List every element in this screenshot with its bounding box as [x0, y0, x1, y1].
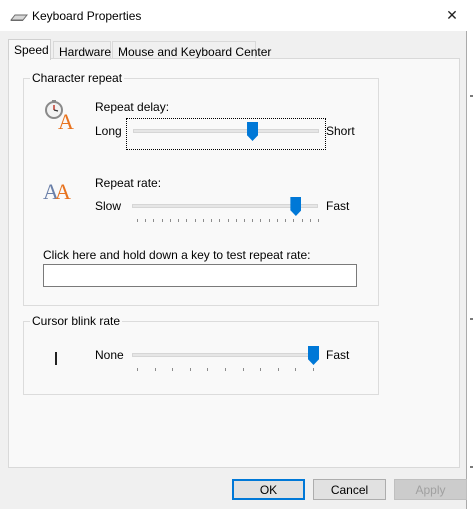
slider-tick — [186, 219, 188, 222]
repeat-rate-min-label: Slow — [95, 199, 122, 213]
repeat-delay-slider[interactable] — [126, 118, 326, 150]
slider-tick — [169, 219, 171, 222]
slider-tick — [242, 368, 244, 371]
repeat-delay-icon: A — [43, 99, 77, 134]
slider-tick — [285, 219, 287, 222]
repeat-delay-label: Repeat delay: — [95, 100, 170, 114]
slider-tick — [225, 368, 226, 371]
test-repeat-prompt: Click here and hold down a key to test r… — [43, 248, 311, 262]
test-repeat-input[interactable] — [43, 264, 357, 287]
slider-tick — [295, 368, 297, 371]
slider-tick — [161, 219, 163, 222]
title-bar: Keyboard Properties ✕ — [0, 0, 467, 31]
edge-mark — [470, 466, 473, 468]
speed-tab-panel: Character repeat A Repeat delay: Long Sh… — [8, 58, 460, 468]
slider-tick — [172, 368, 174, 371]
slider-tick — [313, 368, 314, 371]
slider-tick — [178, 219, 180, 222]
slider-tick — [260, 368, 262, 371]
window-title: Keyboard Properties — [32, 9, 142, 23]
slider-tick — [260, 219, 262, 222]
svg-text:A: A — [58, 109, 74, 131]
slider-tick — [227, 219, 229, 222]
cursor-blink-slider[interactable] — [126, 343, 326, 375]
repeat-rate-icon: A A — [43, 177, 77, 206]
background-window-edge — [467, 0, 475, 509]
cursor-icon — [54, 351, 58, 370]
slider-tick — [243, 219, 245, 222]
slider-tick — [202, 219, 204, 222]
slider-tick — [235, 219, 237, 222]
repeat-delay-track — [133, 129, 319, 133]
slider-tick — [277, 368, 279, 371]
svg-text:A: A — [55, 179, 71, 203]
slider-tick — [145, 219, 147, 222]
slider-tick — [252, 219, 254, 222]
slider-tick — [219, 219, 221, 222]
keyboard-properties-dialog: Keyboard Properties ✕ Speed Hardware Mou… — [0, 0, 467, 509]
repeat-rate-label: Repeat rate: — [95, 176, 162, 190]
cursor-blink-track — [132, 353, 318, 357]
repeat-delay-min-label: Long — [95, 124, 122, 138]
repeat-rate-max-label: Fast — [326, 199, 350, 213]
tab-mouse-and-keyboard-center[interactable]: Mouse and Keyboard Center — [112, 41, 271, 59]
slider-tick — [301, 219, 303, 222]
apply-button: Apply — [394, 479, 467, 500]
repeat-rate-thumb[interactable] — [290, 197, 302, 216]
slider-tick — [137, 219, 138, 222]
slider-tick — [276, 219, 278, 222]
cancel-button[interactable]: Cancel — [313, 479, 386, 500]
slider-tick — [137, 368, 138, 371]
keyboard-icon — [9, 11, 29, 21]
cursor-blink-max-label: Fast — [326, 348, 350, 362]
tab-hardware[interactable]: Hardware — [53, 41, 111, 59]
repeat-rate-ticks — [126, 219, 326, 223]
slider-tick — [153, 219, 155, 222]
tab-speed[interactable]: Speed — [8, 39, 51, 60]
cursor-blink-ticks — [126, 368, 326, 372]
repeat-rate-slider[interactable] — [126, 194, 326, 226]
edge-mark — [470, 95, 473, 97]
character-repeat-label: Character repeat — [30, 71, 125, 85]
slider-tick — [189, 368, 191, 371]
cursor-blink-thumb[interactable] — [308, 346, 319, 365]
slider-tick — [318, 219, 319, 222]
repeat-delay-max-label: Short — [326, 124, 355, 138]
slider-tick — [194, 219, 196, 222]
repeat-rate-track — [132, 204, 318, 208]
slider-tick — [207, 368, 209, 371]
cursor-blink-label: Cursor blink rate — [30, 314, 123, 328]
ok-button[interactable]: OK — [232, 479, 305, 500]
close-icon: ✕ — [446, 6, 458, 23]
slider-tick — [268, 219, 270, 222]
slider-tick — [309, 219, 311, 222]
slider-tick — [293, 219, 295, 222]
cursor-blink-min-label: None — [95, 348, 124, 362]
slider-tick — [154, 368, 156, 371]
slider-tick — [211, 219, 213, 222]
close-button[interactable]: ✕ — [440, 4, 464, 26]
edge-mark — [470, 318, 473, 320]
repeat-delay-thumb[interactable] — [247, 122, 259, 141]
